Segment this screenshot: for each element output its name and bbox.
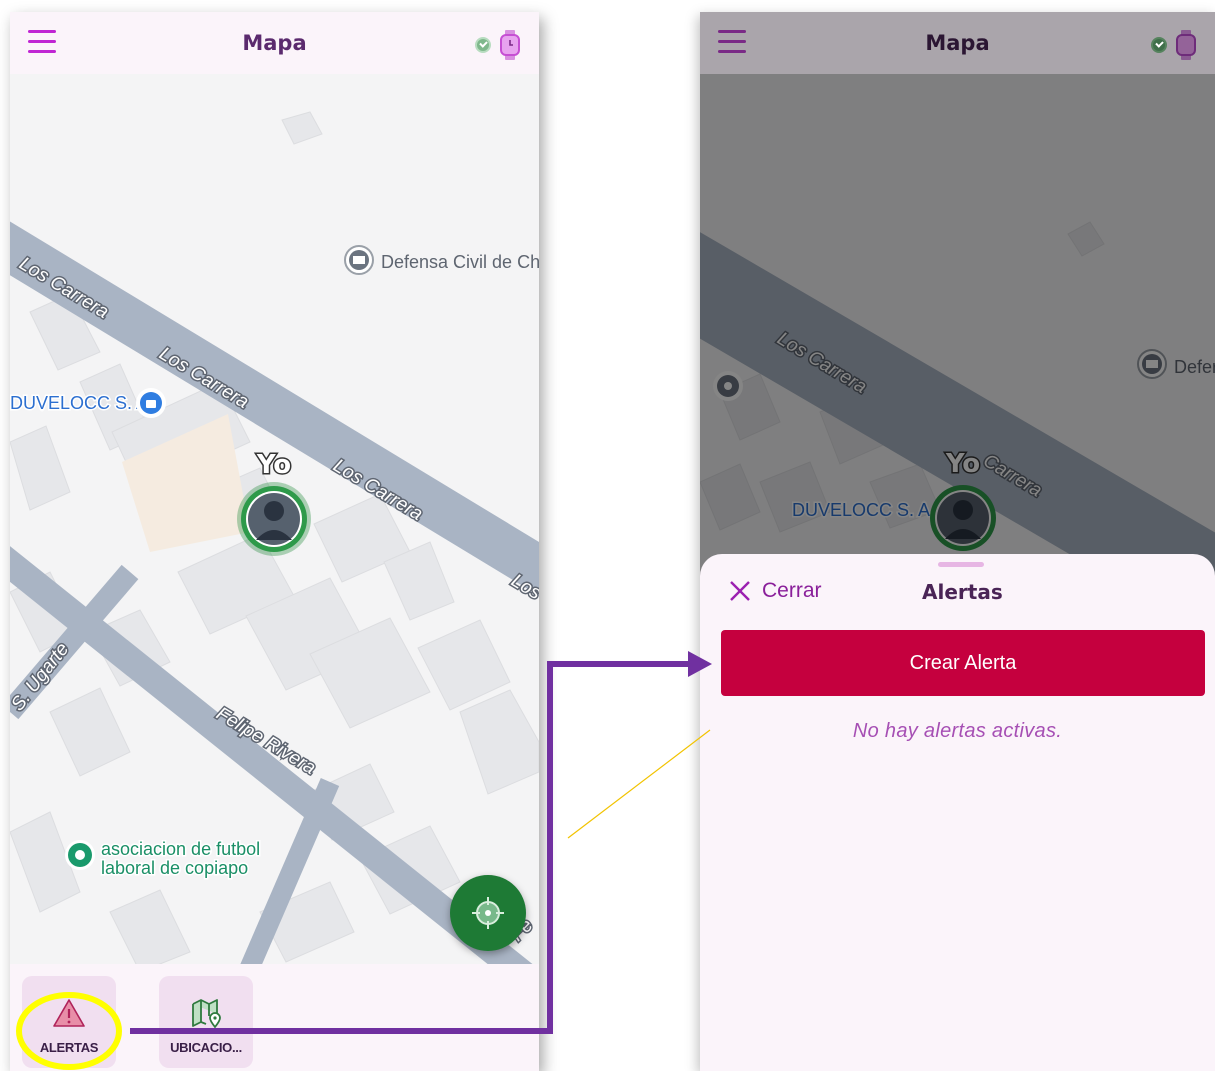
annotation-line [567,729,711,839]
crosshair-icon [472,897,504,929]
hamburger-menu-icon [718,30,746,54]
map-screen: Los Carrera Los Carrera Los Carrera Los … [10,12,539,1071]
place-label: Defensa Civil de Ch [381,252,539,272]
device-status [475,30,521,60]
nav-alertas[interactable]: ALERTAS [22,976,116,1068]
empty-state-message: No hay alertas activas. [852,720,1063,742]
alerts-bottom-sheet: Cerrar Alertas Crear Alerta No hay alert… [700,554,1215,1071]
place-label: DUVELOCC S. A [10,393,148,413]
hamburger-menu-icon[interactable] [28,30,56,54]
close-button[interactable]: Cerrar [728,579,822,603]
nav-label: ALERTAS [39,1040,99,1055]
app-header: Mapa [700,12,1215,74]
check-circle-icon [475,37,491,53]
place-pin-icon[interactable] [65,840,95,870]
locate-me-button[interactable] [450,875,526,951]
government-pin-icon[interactable] [344,245,374,275]
page-title: Mapa [242,31,307,55]
alerts-screen: Los Carrera Carrera Defer DUVELOCC S. A … [700,12,1215,1071]
close-label: Cerrar [762,579,822,602]
nav-ubicacion[interactable]: UBICACIO... [159,976,253,1068]
shop-pin-icon[interactable] [136,388,166,418]
check-circle-icon [1151,37,1167,53]
map-pin-icon [192,999,221,1028]
close-icon [730,581,750,601]
user-avatar-icon[interactable] [237,482,311,556]
bottom-navigation: ALERTAS UBICACIO... [10,964,539,1071]
smartwatch-icon [1176,30,1196,60]
smartwatch-icon[interactable] [499,30,521,60]
page-title: Mapa [925,31,990,55]
sheet-drag-handle[interactable] [938,562,984,567]
place-label: laboral de copiapo [101,858,248,878]
nav-label: UBICACIO... [170,1040,242,1055]
user-marker-label: Yo [256,450,291,480]
place-label: asociacion de futbol [101,839,260,859]
modal-backdrop[interactable] [700,74,1215,614]
sheet-title: Alertas [922,580,1003,604]
app-header: Mapa [10,12,539,74]
warning-triangle-icon [53,999,85,1027]
device-status [1151,30,1197,60]
create-alert-button[interactable]: Crear Alerta [721,630,1205,696]
